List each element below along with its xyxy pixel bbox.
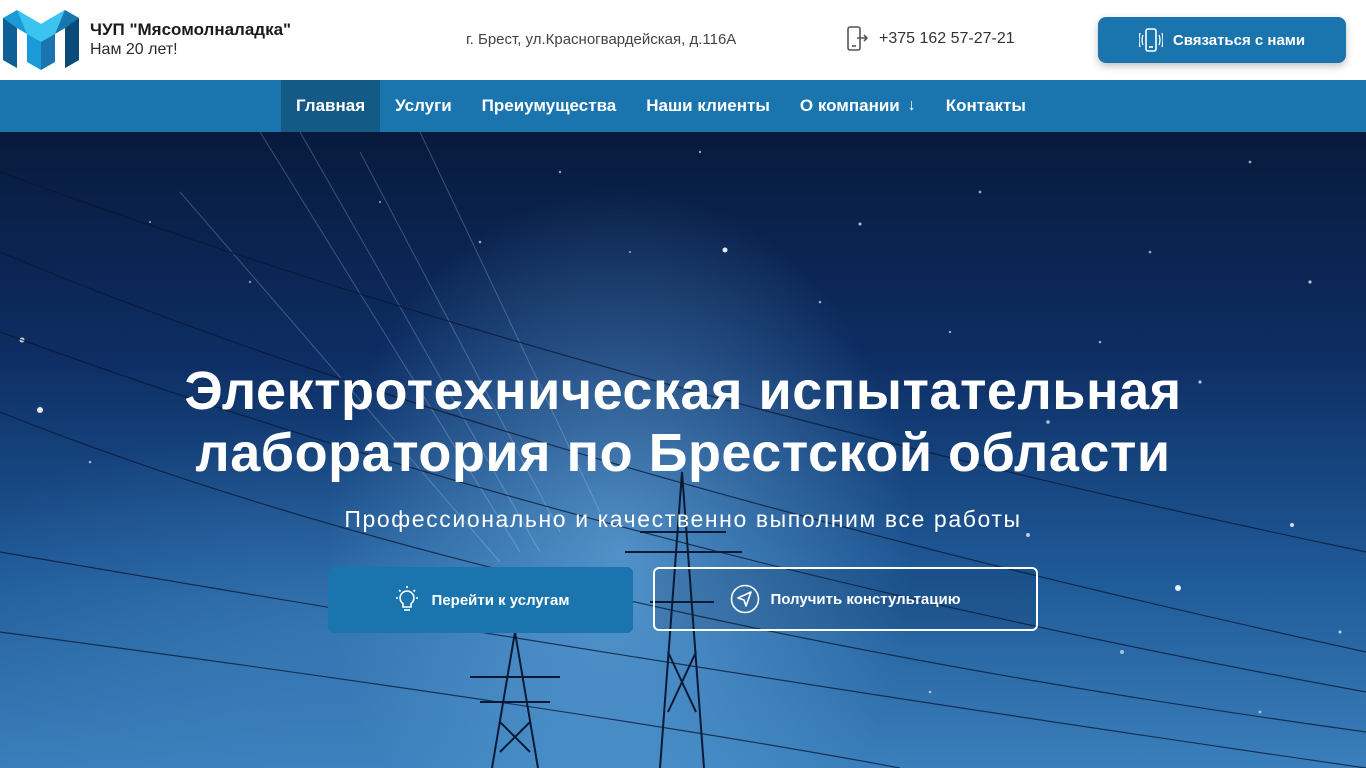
hero-section: Электротехническая испытательная лаборат… xyxy=(0,132,1366,768)
go-to-services-label: Перейти к услугам xyxy=(431,591,570,609)
nav-item-services[interactable]: Услуги xyxy=(380,80,467,132)
nav-item-advantages[interactable]: Преиумущества xyxy=(467,80,632,132)
nav-item-label: О компании xyxy=(799,96,900,115)
nav-item-about[interactable]: О компании ↓ xyxy=(785,80,931,132)
hero-title-line: Электротехническая испытательная xyxy=(184,361,1182,421)
phone-transfer-icon xyxy=(847,26,869,51)
company-tagline: Нам 20 лет! xyxy=(90,41,178,58)
nav-item-label: Преиумущества xyxy=(481,96,617,115)
nav-item-clients[interactable]: Наши клиенты xyxy=(631,80,785,132)
phone-number[interactable]: +375 162 57-27-21 xyxy=(879,30,1015,48)
nav-item-label: Услуги xyxy=(395,96,452,115)
arrow-down-icon: ↓ xyxy=(907,97,916,114)
send-arrow-icon xyxy=(731,584,760,614)
go-to-services-button[interactable]: Перейти к услугам xyxy=(328,567,633,633)
company-address: г. Брест, ул.Красногвардейская, д.116А xyxy=(466,31,737,48)
company-logo[interactable] xyxy=(3,10,79,70)
hero-title: Электротехническая испытательная лаборат… xyxy=(0,360,1366,484)
main-nav: Главная Услуги Преиумущества Наши клиент… xyxy=(0,80,1366,132)
nav-item-label: Главная xyxy=(296,96,366,115)
phone-vibrate-icon xyxy=(1138,28,1163,52)
get-consultation-button[interactable]: Получить констультацию xyxy=(653,567,1038,631)
nav-item-label: Наши клиенты xyxy=(646,96,770,115)
brand-block: ЧУП "Мясомолналадка" Нам 20 лет! xyxy=(90,20,291,60)
nav-item-contacts[interactable]: Контакты xyxy=(931,80,1041,132)
nav-list: Главная Услуги Преиумущества Наши клиент… xyxy=(281,80,1041,132)
hero-title-line: лаборатория по Брестской области xyxy=(195,423,1171,483)
get-consultation-label: Получить констультацию xyxy=(770,590,961,608)
site-header: ЧУП "Мясомолналадка" Нам 20 лет! г. Брес… xyxy=(0,0,1366,80)
lightbulb-icon xyxy=(395,586,418,611)
contact-us-button[interactable]: Связаться с нами xyxy=(1098,17,1346,63)
nav-item-label: Контакты xyxy=(945,96,1026,115)
hero-subtitle: Профессионально и качественно выполним в… xyxy=(344,506,1022,532)
company-name: ЧУП "Мясомолналадка" xyxy=(90,20,292,39)
nav-item-home[interactable]: Главная xyxy=(281,80,381,132)
contact-us-label: Связаться с нами xyxy=(1172,31,1306,49)
phone-block[interactable]: +375 162 57-27-21 xyxy=(845,26,1015,52)
